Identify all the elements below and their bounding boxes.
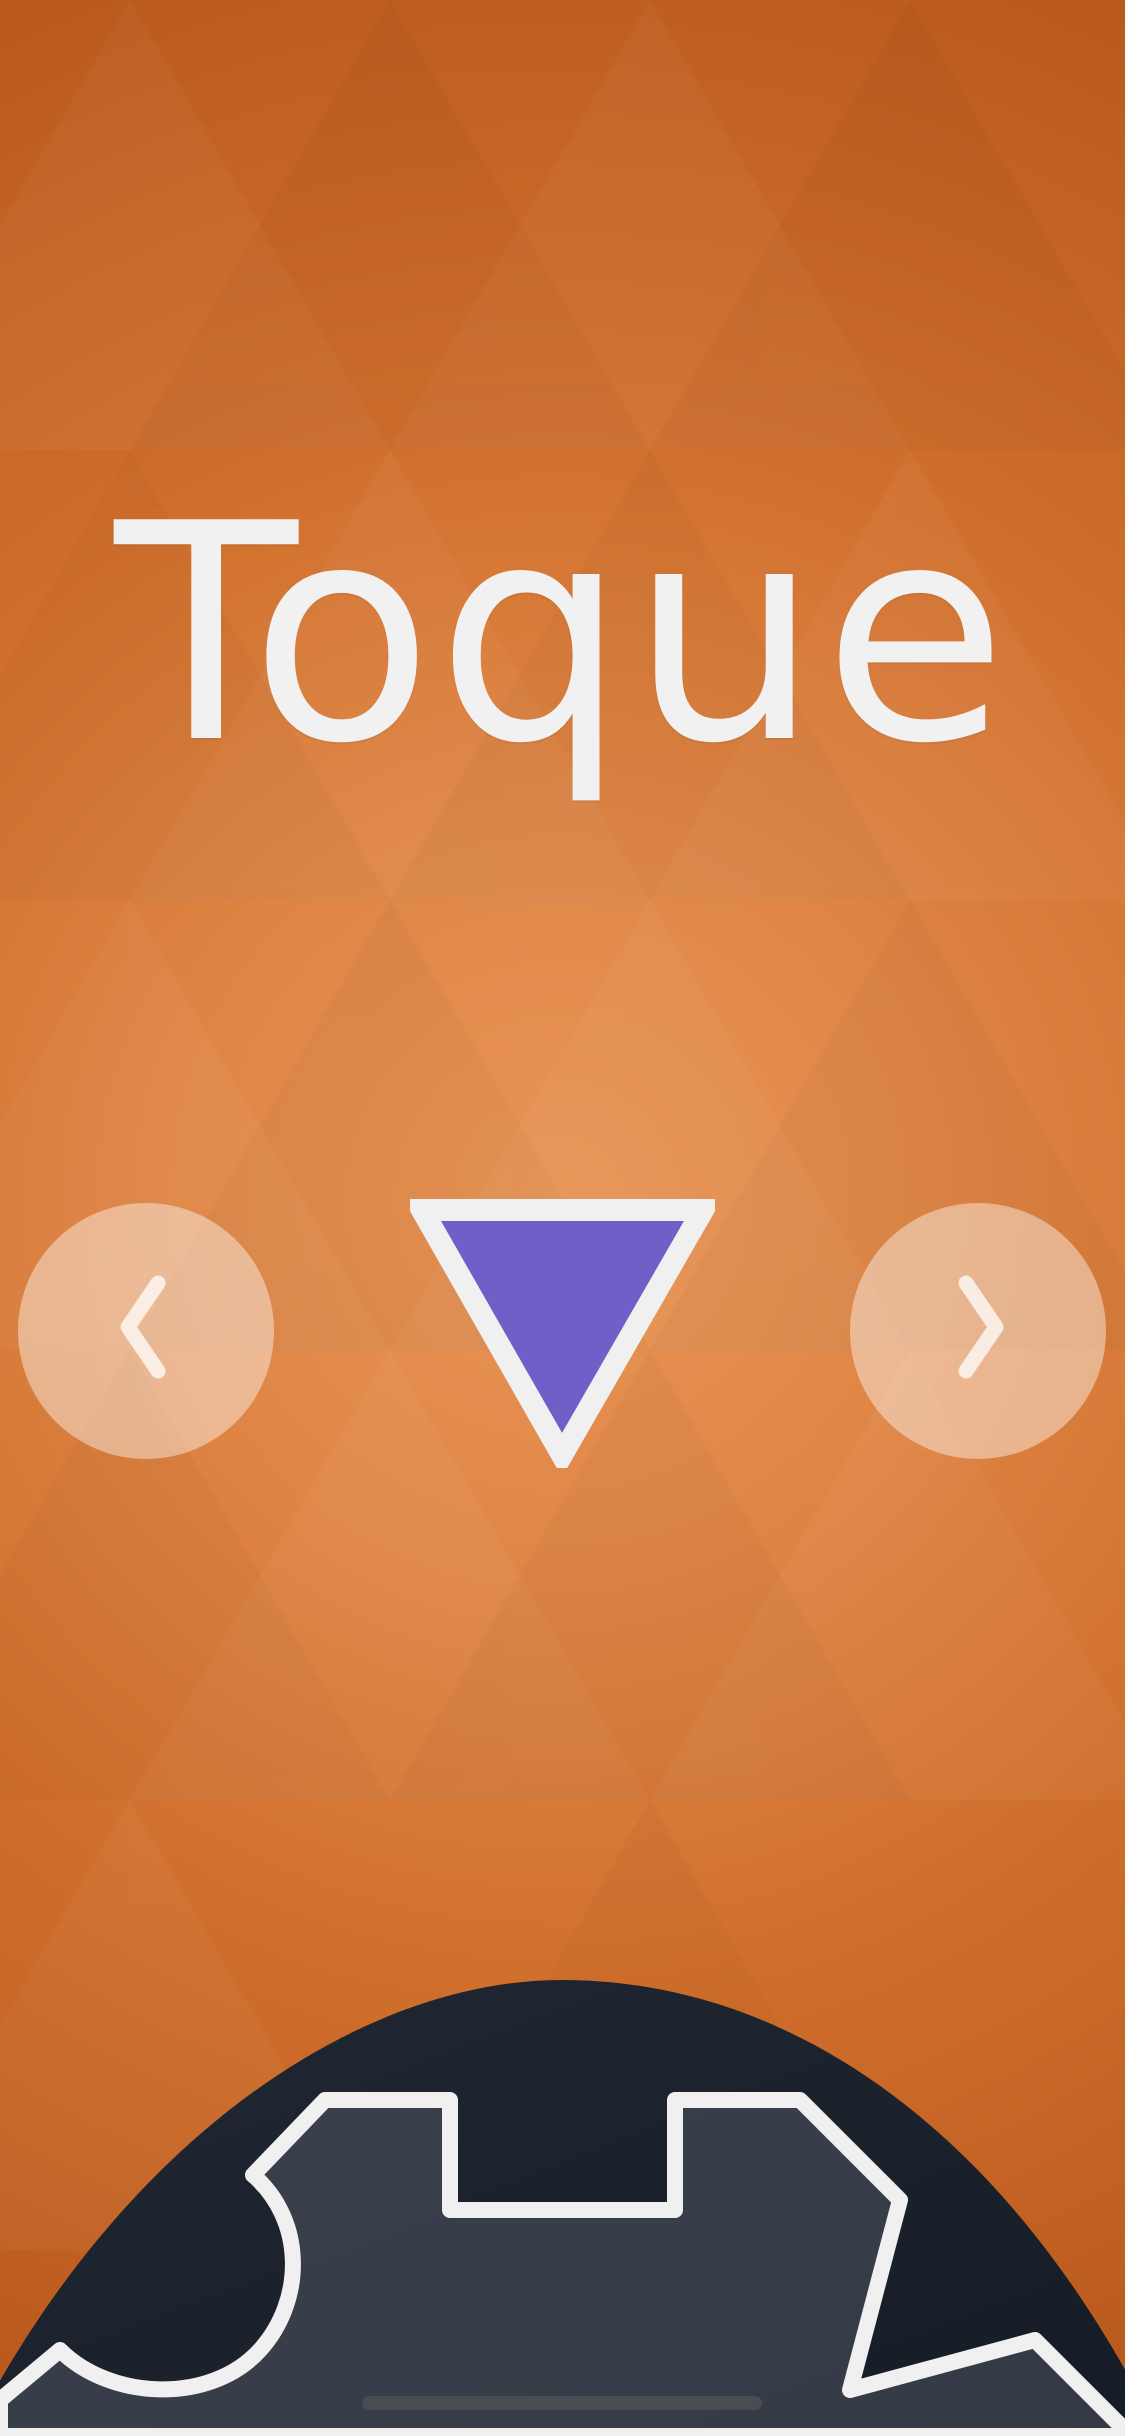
shape-preview <box>403 1198 723 1478</box>
next-button[interactable] <box>850 1203 1106 1459</box>
chevron-right-icon <box>958 1275 1004 1379</box>
triangle-shape <box>403 1199 723 1478</box>
previous-button[interactable] <box>18 1203 274 1459</box>
chevron-left-icon <box>120 1275 166 1379</box>
page-title: Toque <box>114 460 1011 809</box>
bottom-panel <box>0 1980 1125 2436</box>
home-indicator[interactable] <box>362 2396 762 2410</box>
